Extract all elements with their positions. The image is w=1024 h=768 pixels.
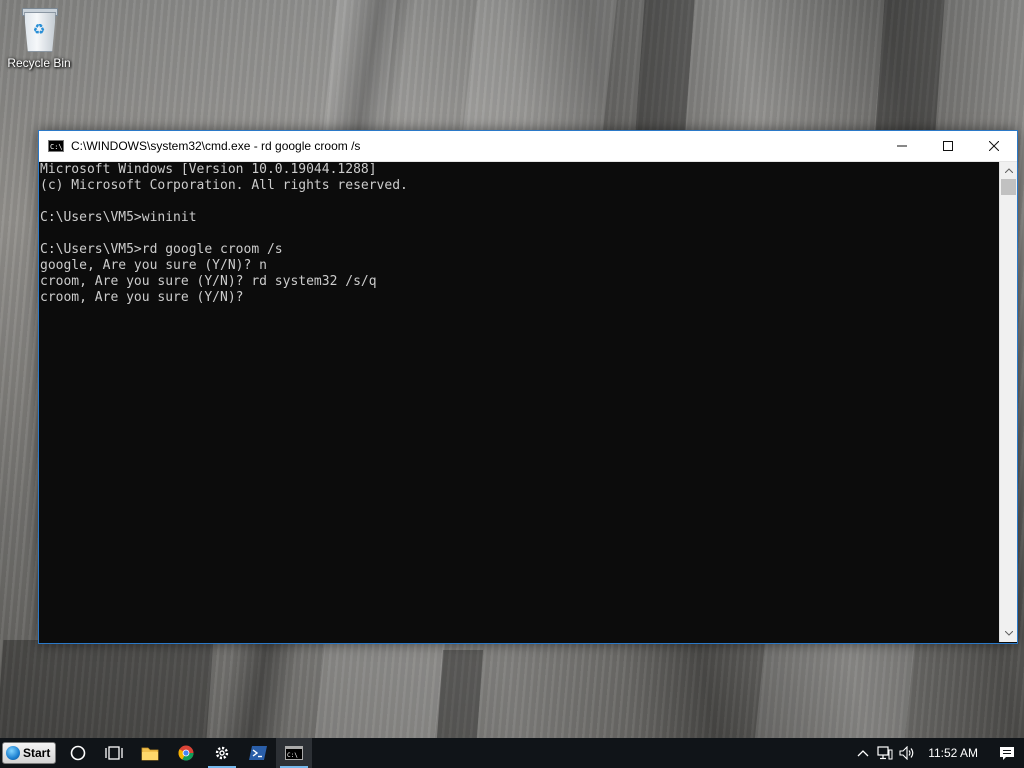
cmd-taskbar-button[interactable]: C:\: [276, 738, 312, 768]
wallpaper-rock-highlight: [754, 640, 916, 738]
scroll-up-button[interactable]: [1000, 162, 1017, 179]
file-explorer-icon: [141, 747, 159, 760]
maximize-icon: [943, 141, 953, 151]
console-line: google, Are you sure (Y/N)? n: [40, 258, 267, 273]
console-line: Microsoft Windows [Version 10.0.19044.12…: [40, 162, 377, 177]
task-view-icon: [105, 746, 123, 760]
console-line: [39, 226, 999, 242]
start-label: Start: [23, 746, 51, 760]
chrome-icon: [178, 745, 194, 761]
caption-buttons: [879, 131, 1017, 161]
file-explorer-button[interactable]: [132, 738, 168, 768]
wallpaper-rock-highlight: [463, 0, 617, 130]
system-tray: 11:52 AM: [852, 738, 1024, 768]
notification-icon: [1000, 746, 1014, 760]
wallpaper-rock-highlight: [314, 640, 446, 738]
recycle-bin-icon: ♻: [20, 6, 58, 52]
console-line: croom, Are you sure (Y/N)?: [40, 290, 244, 305]
chrome-button[interactable]: [168, 738, 204, 768]
taskbar-clock[interactable]: 11:52 AM: [918, 746, 990, 760]
title-bar[interactable]: C:\ C:\WINDOWS\system32\cmd.exe - rd goo…: [39, 131, 1017, 162]
chevron-down-icon: [1004, 631, 1013, 636]
settings-icon: [215, 746, 229, 760]
settings-button[interactable]: [204, 738, 240, 768]
close-button[interactable]: [971, 131, 1017, 161]
scrollbar-thumb[interactable]: [1001, 179, 1016, 195]
wallpaper-rock-highlight: [323, 0, 397, 130]
wallpaper-rock-shadow: [436, 650, 484, 738]
powershell-button[interactable]: [240, 738, 276, 768]
chevron-up-icon: [1004, 168, 1013, 173]
vertical-scrollbar[interactable]: [999, 162, 1017, 642]
chevron-up-icon: [857, 750, 869, 757]
cmd-window-icon[interactable]: C:\: [48, 140, 64, 152]
cortana-icon: [70, 745, 86, 761]
volume-icon: [899, 746, 914, 760]
window-title: C:\WINDOWS\system32\cmd.exe - rd google …: [71, 139, 361, 153]
cmd-window[interactable]: C:\ C:\WINDOWS\system32\cmd.exe - rd goo…: [38, 130, 1018, 644]
action-center-button[interactable]: [990, 738, 1024, 768]
close-icon: [989, 141, 999, 151]
console-line: croom, Are you sure (Y/N)? rd system32 /…: [40, 274, 377, 289]
powershell-icon: [249, 746, 267, 760]
console-line: C:\Users\VM5>wininit: [40, 210, 197, 225]
svg-text:C:\: C:\: [287, 752, 298, 759]
wallpaper-rock-shadow: [0, 640, 214, 738]
maximize-button[interactable]: [925, 131, 971, 161]
wallpaper-rock-shadow: [875, 0, 945, 130]
console-line: (c) Microsoft Corporation. All rights re…: [40, 178, 408, 193]
scroll-down-button[interactable]: [1000, 625, 1017, 642]
taskbar: Start C:\ 11:52 AM: [0, 738, 1024, 768]
recycle-bin-shortcut[interactable]: ♻ Recycle Bin: [6, 6, 72, 70]
console-output[interactable]: Microsoft Windows [Version 10.0.19044.12…: [39, 162, 999, 642]
minimize-icon: [897, 145, 907, 147]
network-button[interactable]: [874, 738, 896, 768]
wallpaper-rock-shadow: [635, 0, 695, 130]
network-icon: [877, 746, 893, 760]
console-line: C:\Users\VM5>rd google croom /s: [40, 242, 283, 257]
recycle-bin-label: Recycle Bin: [7, 56, 71, 70]
windows-orb-icon: [6, 746, 20, 760]
minimize-button[interactable]: [879, 131, 925, 161]
cmd-icon: C:\: [285, 746, 303, 760]
volume-button[interactable]: [896, 738, 918, 768]
start-button[interactable]: Start: [2, 742, 56, 764]
console-line: [39, 194, 999, 210]
task-view-button[interactable]: [96, 738, 132, 768]
show-hidden-icons-button[interactable]: [852, 738, 874, 768]
cortana-button[interactable]: [60, 738, 96, 768]
